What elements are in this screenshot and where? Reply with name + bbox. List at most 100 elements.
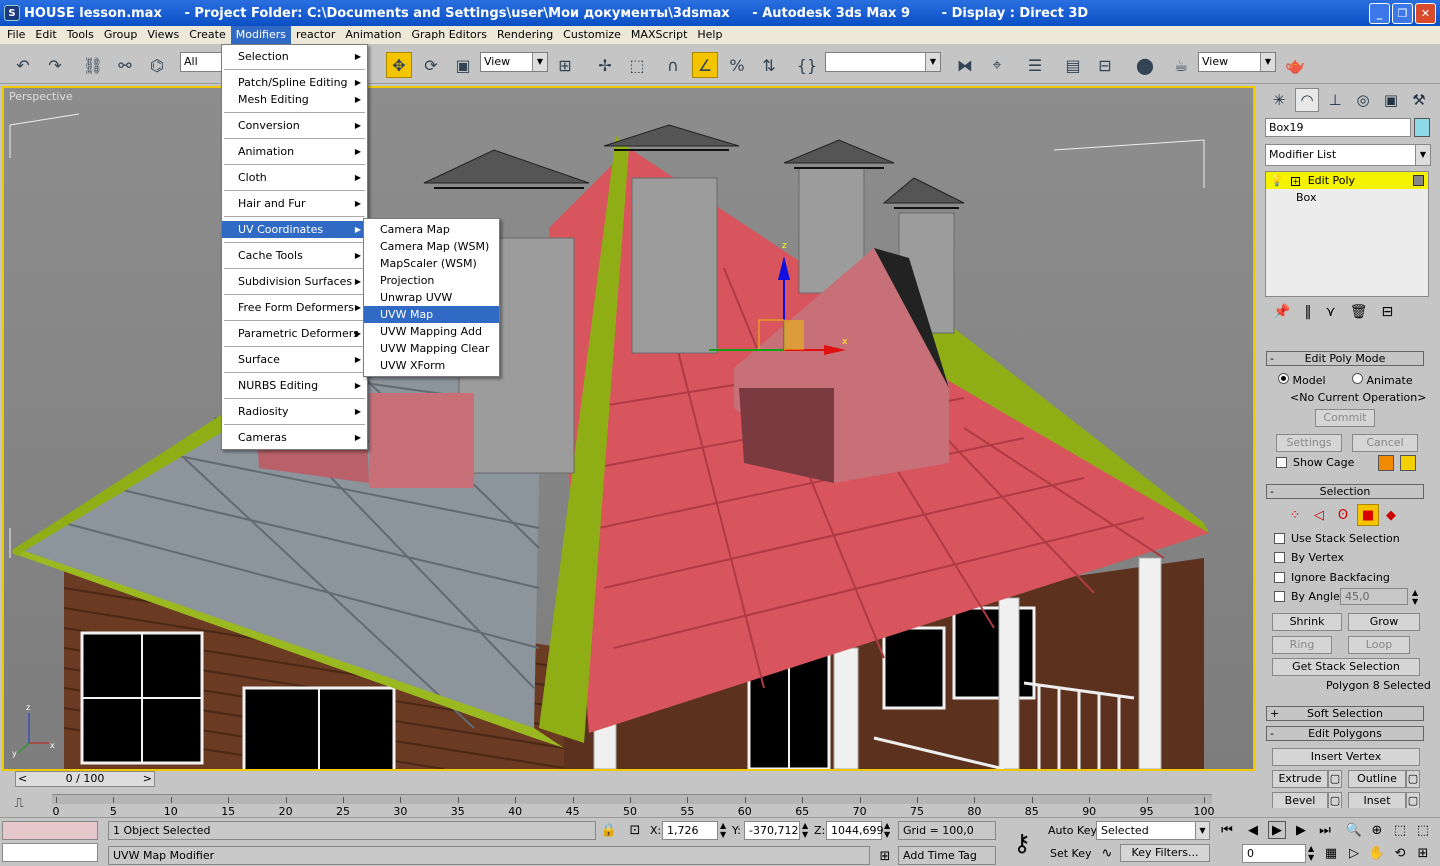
selection-rollout[interactable]: - Selection xyxy=(1266,484,1424,499)
zoom-all-icon[interactable]: ⊕ xyxy=(1368,821,1386,839)
y-spinner-icon[interactable]: ▲ ▼ xyxy=(802,821,808,839)
ignore-backfacing-checkbox[interactable]: Ignore Backfacing xyxy=(1274,571,1390,584)
goto-start-icon[interactable]: ⏮ xyxy=(1218,821,1236,839)
x-coord-field[interactable]: 1,726 xyxy=(662,821,718,840)
rotate-icon[interactable]: ⟳ xyxy=(418,52,444,78)
y-coord-field[interactable]: -370,712 xyxy=(744,821,800,840)
zoom-extents-icon[interactable]: ⬚ xyxy=(1391,821,1409,839)
uv-menu-item-camera-map-wsm-[interactable]: Camera Map (WSM) xyxy=(364,238,499,255)
grow-button[interactable]: Grow xyxy=(1348,613,1420,631)
maxscript-listener-field[interactable] xyxy=(2,821,98,840)
modifiers-menu-item-radiosity[interactable]: Radiosity xyxy=(222,403,367,420)
curve-editor-mini-icon[interactable]: ⎍ xyxy=(10,794,28,812)
arc-rotate-icon[interactable]: ⟲ xyxy=(1391,844,1409,862)
spinner-snap-icon[interactable]: ⇅ xyxy=(756,52,782,78)
current-frame-field[interactable]: 0 xyxy=(1242,844,1306,863)
reference-coord-dropdown[interactable]: View ▼ xyxy=(480,52,548,72)
maxscript-input-field[interactable] xyxy=(2,843,98,862)
stack-item-display-icon[interactable] xyxy=(1413,175,1424,186)
outline-button[interactable]: Outline xyxy=(1348,770,1406,788)
soft-selection-rollout[interactable]: + Soft Selection xyxy=(1266,706,1424,721)
absolute-mode-icon[interactable]: ⊡ xyxy=(626,821,644,839)
uv-menu-item-unwrap-uvw[interactable]: Unwrap UVW xyxy=(364,289,499,306)
modifier-stack[interactable]: 💡 + Edit Poly Box xyxy=(1265,171,1429,297)
frame-spinner-icon[interactable]: ▲ ▼ xyxy=(1308,844,1314,862)
menu-file[interactable]: File xyxy=(2,26,30,44)
edit-poly-mode-rollout[interactable]: - Edit Poly Mode xyxy=(1266,351,1424,366)
track-bar[interactable]: ⎍ 0 5 10 15 20 25 30 35 40 45 50 55 60 65 70 75 80 85 90 95… xyxy=(0,792,1260,818)
uv-menu-item-uvw-mapping-add[interactable]: UVW Mapping Add xyxy=(364,323,499,340)
animate-radio[interactable]: Animate xyxy=(1352,373,1413,387)
time-slider[interactable]: < 0 / 100 > xyxy=(15,771,155,787)
cage-color-swatch[interactable] xyxy=(1378,455,1394,471)
inset-button[interactable]: Inset xyxy=(1348,792,1406,808)
edit-named-selection-icon[interactable]: {} xyxy=(794,52,820,78)
curve-editor-icon[interactable]: ▤ xyxy=(1060,52,1086,78)
extrude-settings-button[interactable]: ▢ xyxy=(1328,770,1342,788)
motion-tab-icon[interactable]: ◎ xyxy=(1351,88,1375,112)
material-editor-icon[interactable]: ⬤ xyxy=(1132,52,1158,78)
modifiers-menu-item-patch-spline-editing[interactable]: Patch/Spline Editing xyxy=(222,74,367,91)
play-icon[interactable]: ▶ xyxy=(1268,821,1286,839)
selection-filter-dropdown[interactable]: All xyxy=(180,52,222,72)
close-button[interactable]: ✕ xyxy=(1415,3,1436,24)
utilities-tab-icon[interactable]: ⚒ xyxy=(1407,88,1431,112)
quick-render-icon[interactable]: 🫖 xyxy=(1282,52,1308,78)
inset-settings-button[interactable]: ▢ xyxy=(1406,792,1420,808)
cancel-button[interactable]: Cancel xyxy=(1352,434,1418,452)
minimize-button[interactable]: _ xyxy=(1369,3,1390,24)
perspective-viewport[interactable]: Perspective z x z x y xyxy=(2,86,1255,771)
field-of-view-icon[interactable]: ▷ xyxy=(1345,844,1363,862)
menu-create[interactable]: Create xyxy=(184,26,231,44)
vertex-mode-icon[interactable]: ⁘ xyxy=(1286,506,1304,524)
select-manipulate-icon[interactable]: ✢ xyxy=(592,52,618,78)
by-angle-checkbox[interactable]: By Angle: xyxy=(1274,590,1344,603)
z-spinner-icon[interactable]: ▲ ▼ xyxy=(884,821,890,839)
ring-button[interactable]: Ring xyxy=(1272,636,1332,654)
menu-modifiers[interactable]: Modifiers xyxy=(230,26,291,44)
display-tab-icon[interactable]: ▣ xyxy=(1379,88,1403,112)
named-selection-dropdown[interactable]: ▼ xyxy=(825,52,941,72)
next-frame-icon[interactable]: ▶ xyxy=(1292,821,1310,839)
app-icon[interactable]: S xyxy=(4,5,20,21)
goto-end-icon[interactable]: ⏭ xyxy=(1316,821,1334,839)
loop-button[interactable]: Loop xyxy=(1348,636,1410,654)
scale-icon[interactable]: ▣ xyxy=(450,52,476,78)
redo-icon[interactable]: ↷ xyxy=(42,52,68,78)
bevel-button[interactable]: Bevel xyxy=(1272,792,1328,808)
object-name-field[interactable]: Box19 xyxy=(1265,118,1411,137)
by-angle-field[interactable]: 45,0 xyxy=(1340,588,1408,605)
pin-stack-icon[interactable]: 📌 xyxy=(1273,304,1290,320)
menu-tools[interactable]: Tools xyxy=(62,26,99,44)
default-key-icon[interactable]: ⚷ xyxy=(1004,829,1040,857)
remove-modifier-icon[interactable]: 🗑 xyxy=(1350,304,1368,320)
modifiers-menu-item-hair-and-fur[interactable]: Hair and Fur xyxy=(222,195,367,212)
align-icon[interactable]: ⌖ xyxy=(984,52,1010,78)
expand-icon[interactable]: + xyxy=(1291,177,1301,186)
uv-menu-item-projection[interactable]: Projection xyxy=(364,272,499,289)
by-vertex-checkbox[interactable]: By Vertex xyxy=(1274,551,1344,564)
create-tab-icon[interactable]: ✳ xyxy=(1267,88,1291,112)
bind-space-warp-icon[interactable]: ⌬ xyxy=(144,52,170,78)
edit-polygons-rollout[interactable]: - Edit Polygons xyxy=(1266,726,1424,741)
stack-item-edit-poly[interactable]: 💡 + Edit Poly xyxy=(1266,172,1428,189)
key-filters-button[interactable]: Key Filters... xyxy=(1120,844,1210,862)
track-line[interactable]: 0 5 10 15 20 25 30 35 40 45 50 55 60 65 70 75 80 85 90 95 10… xyxy=(52,794,1215,818)
menu-maxscript[interactable]: MAXScript xyxy=(626,26,692,44)
make-unique-icon[interactable]: ⋎ xyxy=(1325,304,1335,320)
modifiers-menu-item-cache-tools[interactable]: Cache Tools xyxy=(222,247,367,264)
menu-group[interactable]: Group xyxy=(99,26,143,44)
show-cage-checkbox[interactable]: Show Cage xyxy=(1276,456,1354,469)
commit-button[interactable]: Commit xyxy=(1315,409,1375,427)
modifiers-menu-item-uv-coordinates[interactable]: UV Coordinates xyxy=(222,221,367,238)
time-prev-icon[interactable]: < xyxy=(18,772,27,786)
schematic-view-icon[interactable]: ⊟ xyxy=(1092,52,1118,78)
outline-settings-button[interactable]: ▢ xyxy=(1406,770,1420,788)
modifiers-menu-item-free-form-deformers[interactable]: Free Form Deformers xyxy=(222,299,367,316)
set-key-button[interactable]: Set Key xyxy=(1050,844,1092,863)
time-config-icon[interactable]: ▦ xyxy=(1322,844,1340,862)
uv-menu-item-uvw-map[interactable]: UVW Map xyxy=(364,306,499,323)
modifiers-menu-item-selection[interactable]: Selection xyxy=(222,48,367,65)
zoom-icon[interactable]: 🔍 xyxy=(1345,821,1363,839)
pan-icon[interactable]: ✋ xyxy=(1368,844,1386,862)
